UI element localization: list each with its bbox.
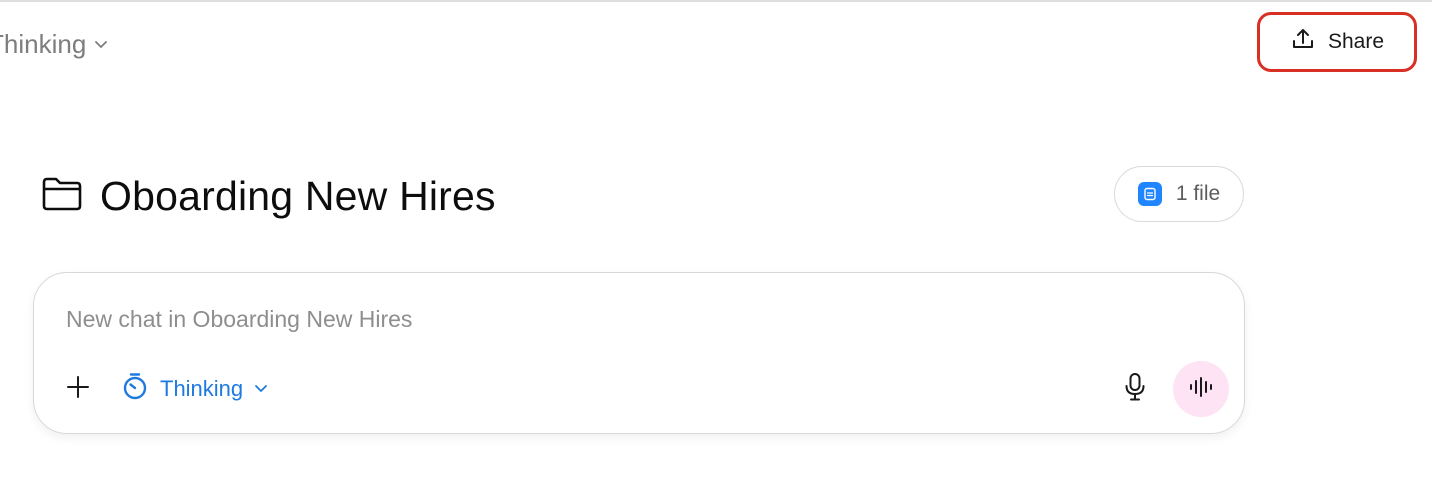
voice-waveform-icon	[1188, 376, 1214, 403]
files-count-label: 1 file	[1175, 182, 1221, 205]
top-divider	[0, 0, 1432, 2]
chevron-down-icon	[253, 376, 269, 402]
microphone-icon	[1123, 372, 1147, 407]
thinking-mode-label: Thinking	[160, 376, 244, 401]
chat-input[interactable]	[66, 301, 1166, 337]
project-title: Oboarding New Hires	[100, 172, 496, 219]
model-selector[interactable]: Thinking	[0, 26, 110, 62]
chat-composer: Thinking	[33, 272, 1245, 434]
plus-icon	[65, 374, 91, 405]
timer-icon	[120, 371, 150, 407]
share-button-label: Share	[1327, 30, 1385, 53]
model-selector-label: Thinking	[0, 28, 87, 59]
project-files-button[interactable]: 1 file	[1114, 166, 1244, 222]
folder-icon	[40, 174, 84, 219]
share-button[interactable]: Share	[1257, 12, 1417, 72]
dictate-button[interactable]	[1120, 372, 1150, 407]
voice-mode-button[interactable]	[1173, 361, 1229, 417]
project-header: Oboarding New Hires	[40, 168, 496, 224]
chevron-down-icon	[92, 29, 110, 60]
upload-icon	[1290, 26, 1316, 58]
document-icon	[1137, 182, 1162, 206]
thinking-mode-selector[interactable]: Thinking	[120, 371, 269, 407]
add-attachment-button[interactable]	[62, 373, 94, 405]
